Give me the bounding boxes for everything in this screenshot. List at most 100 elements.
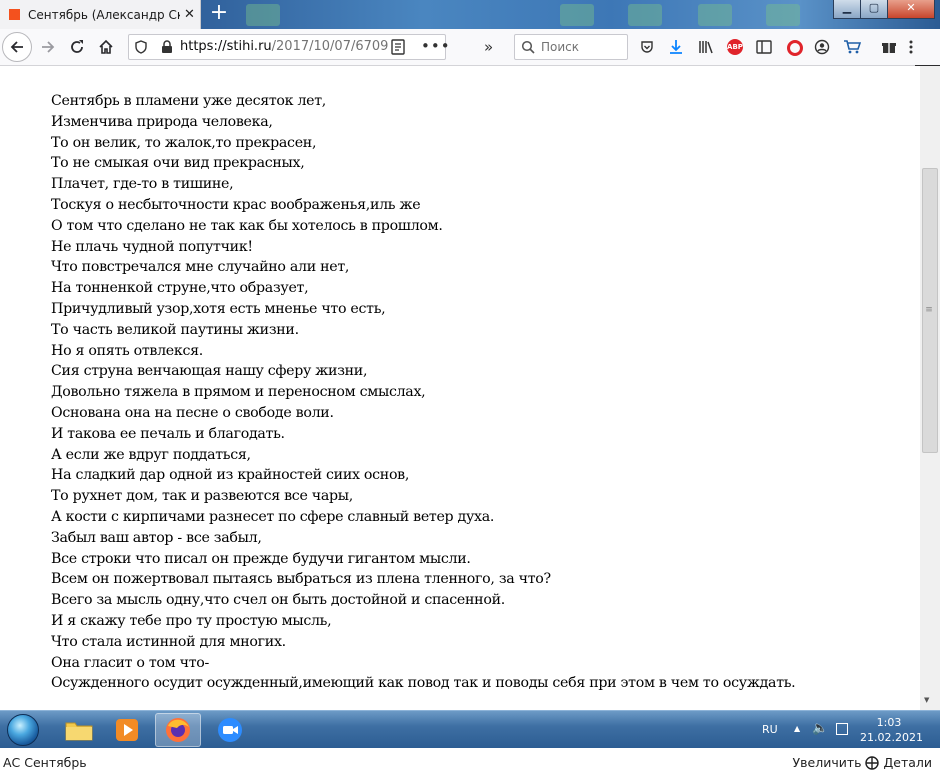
background-window-shape <box>246 4 280 26</box>
poem-line: Не плачь чудной попутчик! <box>51 238 253 255</box>
tab-active[interactable]: Сентябрь (Александр Скурихин) ✕ <box>0 0 201 29</box>
poem-line: Сия струна венчающая нашу сферу жизни, <box>51 363 368 380</box>
home-button[interactable] <box>92 33 120 61</box>
poem-line: Тоскуя о несбыточности крас воображенья,… <box>51 196 421 213</box>
shopping-cart-icon[interactable] <box>843 38 861 56</box>
scrollbar-grip-icon: ≡ <box>925 305 933 315</box>
back-button[interactable] <box>2 32 32 62</box>
poem-line: Но я опять отвлекся. <box>51 342 203 359</box>
poem-line: Сентябрь в пламени уже десяток лет, <box>51 93 327 109</box>
scroll-down-arrow-icon[interactable]: ▼ <box>924 696 929 704</box>
poem-line: Всего за мысль одну,что счел он быть дос… <box>51 592 505 609</box>
clock[interactable]: 1:03 21.02.2021 <box>860 715 923 745</box>
poem-line: То не смыкая очи вид прекрасных, <box>51 155 305 172</box>
url-host: https://stihi.ru <box>180 39 272 54</box>
toolbar-overflow-chevron-icon[interactable]: » <box>484 38 493 56</box>
details-link[interactable]: Детали <box>883 755 932 770</box>
clock-date: 21.02.2021 <box>860 731 923 744</box>
show-hidden-icons-icon[interactable]: ▲ <box>794 724 800 733</box>
background-window-shape <box>698 4 732 26</box>
image-caption-bar: АС Сентябрь Увеличить Детали <box>0 748 940 775</box>
opera-extension-icon[interactable] <box>787 40 803 56</box>
window-minimize-button[interactable]: ▁ <box>833 0 861 19</box>
taskbar-explorer[interactable] <box>56 713 102 747</box>
poem-line: Изменчива природа человека, <box>51 113 273 130</box>
poem-line: Что стала истинной для многих. <box>51 633 286 650</box>
poem-line: То часть великой паутины жизни. <box>51 321 299 338</box>
arrow-left-icon <box>10 41 23 53</box>
media-player-icon <box>116 719 138 741</box>
poem-line: Забыл ваш автор - все забыл, <box>51 529 262 546</box>
tracking-protection-shield-icon[interactable] <box>135 40 147 54</box>
forward-button[interactable] <box>34 33 62 61</box>
search-icon <box>521 40 535 54</box>
system-tray: RU ▲ 🔈 1:03 21.02.2021 <box>760 711 940 749</box>
poem-line: Всем он пожертвовал пытаясь выбраться из… <box>51 571 551 588</box>
firefox-icon <box>166 718 190 742</box>
reload-button[interactable] <box>63 33 91 61</box>
poem-line: То он велик, то жалок,то прекрасен, <box>51 134 317 151</box>
zoom-icon <box>218 718 242 742</box>
poem-line: О том что сделано не так как бы хотелось… <box>51 217 443 234</box>
pocket-icon <box>641 41 653 53</box>
new-tab-button[interactable]: + <box>206 1 232 27</box>
background-window-shape <box>628 4 662 26</box>
window-maximize-button[interactable]: ▢ <box>860 0 888 19</box>
gift-icon <box>882 43 896 53</box>
library-icon[interactable] <box>697 38 715 56</box>
address-bar[interactable]: https://stihi.ru/2017/10/07/6709 ••• <box>128 34 450 60</box>
navigation-toolbar: https://stihi.ru/2017/10/07/6709 ••• » П… <box>0 29 940 66</box>
plus-circle-icon[interactable] <box>865 755 880 770</box>
browser-tab-strip: Сентябрь (Александр Скурихин) ✕ + ▁ ▢ ✕ <box>0 0 940 29</box>
language-indicator[interactable]: RU <box>762 723 778 736</box>
window-close-button[interactable]: ✕ <box>887 0 935 19</box>
speaker-icon[interactable]: 🔈 <box>812 721 828 736</box>
sidebar-icon[interactable] <box>755 38 773 56</box>
library-books-icon <box>699 41 713 54</box>
url-text[interactable]: https://stihi.ru/2017/10/07/6709 <box>180 39 388 54</box>
poem-text: Сентябрь в пламени уже десяток лет, Измен… <box>51 91 796 694</box>
tab-close-icon[interactable]: ✕ <box>184 7 195 22</box>
start-button[interactable] <box>7 714 39 746</box>
arrow-right-icon <box>42 41 55 53</box>
poem-line: На сладкий дар одной из крайностей сиих … <box>51 467 410 484</box>
account-icon[interactable] <box>813 38 831 56</box>
zoom-link[interactable]: Увеличить <box>793 755 862 770</box>
poem-line: То рухнет дом, так и развеются все чары, <box>51 488 353 505</box>
adblock-plus-icon[interactable]: ABP <box>727 39 743 55</box>
reload-icon <box>71 40 83 53</box>
page-content: Сентябрь в пламени уже десяток лет, Измен… <box>0 66 920 710</box>
cart-icon <box>844 40 861 54</box>
lock-icon[interactable] <box>161 40 173 54</box>
poem-line: И такова ее печаль и благодать. <box>51 425 285 442</box>
folder-icon <box>65 722 93 741</box>
search-box[interactable]: Поиск <box>514 34 628 60</box>
poem-line: Она гласит о том что- <box>51 654 209 671</box>
poem-line: Довольно тяжела в прямом и переносном см… <box>51 384 426 401</box>
poem-line: Основана она на песне о свободе воли. <box>51 404 334 421</box>
caption-title: АС Сентябрь <box>3 755 87 770</box>
app-menu-icon[interactable] <box>906 38 916 56</box>
caption-actions: Увеличить Детали <box>793 755 932 770</box>
poem-line: А если же вдруг поддаться, <box>51 446 251 463</box>
user-circle-icon <box>814 39 830 55</box>
taskbar-media-player[interactable] <box>104 713 150 747</box>
poem-line: Причудливый узор,хотя есть мненье что ес… <box>51 300 386 317</box>
reader-view-icon[interactable] <box>391 39 405 55</box>
downloads-icon[interactable] <box>667 38 685 56</box>
home-icon <box>99 39 113 54</box>
poem-line: Осужденного осудит осужденный,имеющий ка… <box>51 675 796 692</box>
page-actions-menu-icon[interactable]: ••• <box>421 37 451 55</box>
poem-line: На тонненкой струне,что образует, <box>51 280 309 297</box>
site-favicon-icon <box>9 9 20 20</box>
network-icon[interactable] <box>836 723 848 735</box>
background-window-shape <box>560 4 594 26</box>
search-placeholder: Поиск <box>541 40 580 54</box>
taskbar-zoom[interactable] <box>207 713 253 747</box>
extensions-gift-icon[interactable] <box>880 38 898 56</box>
taskbar-firefox[interactable] <box>155 713 201 747</box>
pocket-save-icon[interactable] <box>638 38 656 56</box>
poem-line: Плачет, где-то в тишине, <box>51 176 234 193</box>
url-path: /2017/10/07/6709 <box>271 39 389 54</box>
poem-line: И я скажу тебе про ту простую мысль, <box>51 612 332 629</box>
